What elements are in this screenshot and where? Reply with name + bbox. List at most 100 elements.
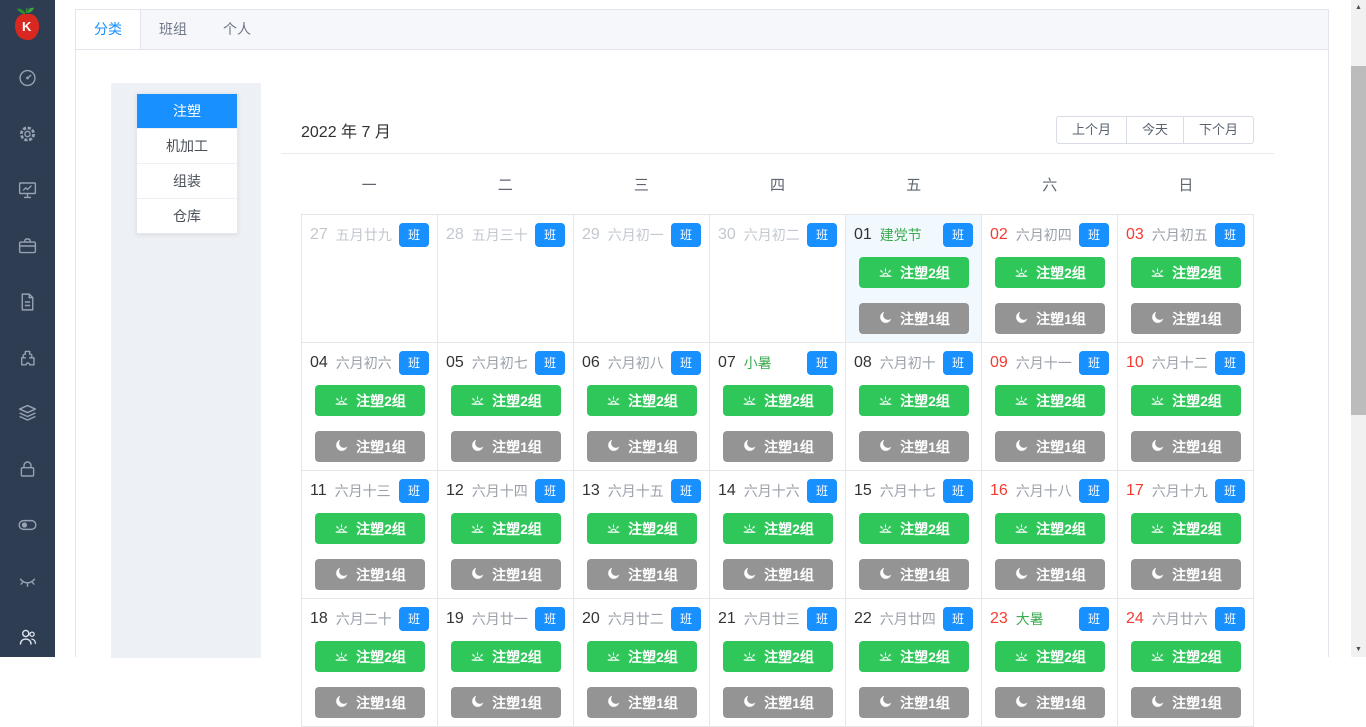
shift-badge-button[interactable]: 班	[1079, 223, 1109, 247]
calendar-cell[interactable]: 13 六月十五 班 注塑2组 注塑1组	[574, 471, 710, 599]
day-shift-button[interactable]: 注塑2组	[722, 513, 833, 544]
night-shift-button[interactable]: 注塑1组	[994, 559, 1105, 590]
shift-badge-button[interactable]: 班	[1215, 223, 1245, 247]
day-shift-button[interactable]: 注塑2组	[994, 513, 1105, 544]
monitor-chart-icon[interactable]	[0, 180, 55, 201]
calendar-cell[interactable]: 15 六月十七 班 注塑2组 注塑1组	[846, 471, 982, 599]
app-logo[interactable]: K	[9, 5, 47, 47]
night-shift-button[interactable]: 注塑1组	[858, 303, 969, 334]
calendar-cell[interactable]: 08 六月初十 班 注塑2组 注塑1组	[846, 343, 982, 471]
document-icon[interactable]	[0, 292, 55, 313]
calendar-cell[interactable]: 29 六月初一 班	[574, 215, 710, 343]
shift-badge-button[interactable]: 班	[671, 351, 701, 375]
calendar-cell[interactable]: 09 六月十一 班 注塑2组 注塑1组	[982, 343, 1118, 471]
calendar-cell[interactable]: 03 六月初五 班 注塑2组 注塑1组	[1118, 215, 1254, 343]
night-shift-button[interactable]: 注塑1组	[994, 431, 1105, 462]
shift-badge-button[interactable]: 班	[671, 479, 701, 503]
night-shift-button[interactable]: 注塑1组	[450, 687, 561, 718]
shift-badge-button[interactable]: 班	[1079, 479, 1109, 503]
day-shift-button[interactable]: 注塑2组	[858, 257, 969, 288]
night-shift-button[interactable]: 注塑1组	[314, 687, 425, 718]
night-shift-button[interactable]: 注塑1组	[450, 431, 561, 462]
calendar-cell[interactable]: 07 小暑 班 注塑2组 注塑1组	[710, 343, 846, 471]
shift-badge-button[interactable]: 班	[1079, 607, 1109, 631]
puzzle-icon[interactable]	[0, 348, 55, 369]
scrollbar-thumb[interactable]	[1351, 66, 1366, 415]
gear-icon[interactable]	[0, 124, 55, 145]
calendar-cell[interactable]: 24 六月廿六 班 注塑2组 注塑1组	[1118, 599, 1254, 727]
shift-badge-button[interactable]: 班	[535, 479, 565, 503]
night-shift-button[interactable]: 注塑1组	[858, 687, 969, 718]
shift-badge-button[interactable]: 班	[943, 223, 973, 247]
prev-month-button[interactable]: 上个月	[1055, 116, 1127, 144]
shift-badge-button[interactable]: 班	[807, 607, 837, 631]
shift-badge-button[interactable]: 班	[943, 607, 973, 631]
lock-icon[interactable]	[0, 459, 55, 480]
calendar-cell[interactable]: 21 六月廿三 班 注塑2组 注塑1组	[710, 599, 846, 727]
users-icon[interactable]	[0, 627, 55, 648]
calendar-cell[interactable]: 16 六月十八 班 注塑2组 注塑1组	[982, 471, 1118, 599]
calendar-cell[interactable]: 01 建党节 班 注塑2组 注塑1组	[846, 215, 982, 343]
night-shift-button[interactable]: 注塑1组	[722, 687, 833, 718]
day-shift-button[interactable]: 注塑2组	[994, 257, 1105, 288]
night-shift-button[interactable]: 注塑1组	[722, 559, 833, 590]
calendar-cell[interactable]: 05 六月初七 班 注塑2组 注塑1组	[438, 343, 574, 471]
calendar-cell[interactable]: 11 六月十三 班 注塑2组 注塑1组	[302, 471, 438, 599]
day-shift-button[interactable]: 注塑2组	[450, 513, 561, 544]
category-item-injection-molding[interactable]: 注塑	[137, 94, 237, 129]
day-shift-button[interactable]: 注塑2组	[314, 385, 425, 416]
day-shift-button[interactable]: 注塑2组	[994, 385, 1105, 416]
shift-badge-button[interactable]: 班	[535, 223, 565, 247]
shift-badge-button[interactable]: 班	[807, 223, 837, 247]
calendar-cell[interactable]: 12 六月十四 班 注塑2组 注塑1组	[438, 471, 574, 599]
shift-badge-button[interactable]: 班	[535, 607, 565, 631]
day-shift-button[interactable]: 注塑2组	[1130, 257, 1241, 288]
night-shift-button[interactable]: 注塑1组	[1130, 559, 1241, 590]
night-shift-button[interactable]: 注塑1组	[1130, 687, 1241, 718]
day-shift-button[interactable]: 注塑2组	[1130, 513, 1241, 544]
day-shift-button[interactable]: 注塑2组	[314, 513, 425, 544]
shift-badge-button[interactable]: 班	[1215, 479, 1245, 503]
day-shift-button[interactable]: 注塑2组	[858, 385, 969, 416]
shift-badge-button[interactable]: 班	[399, 479, 429, 503]
next-month-button[interactable]: 下个月	[1182, 116, 1254, 144]
night-shift-button[interactable]: 注塑1组	[994, 687, 1105, 718]
day-shift-button[interactable]: 注塑2组	[450, 385, 561, 416]
shift-badge-button[interactable]: 班	[1079, 351, 1109, 375]
dashboard-icon[interactable]	[0, 68, 55, 89]
calendar-cell[interactable]: 23 大暑 班 注塑2组 注塑1组	[982, 599, 1118, 727]
calendar-cell[interactable]: 10 六月十二 班 注塑2组 注塑1组	[1118, 343, 1254, 471]
tab-personal[interactable]: 个人	[205, 10, 269, 49]
toggle-icon[interactable]	[0, 515, 55, 536]
tab-category[interactable]: 分类	[76, 10, 141, 49]
day-shift-button[interactable]: 注塑2组	[1130, 385, 1241, 416]
shift-badge-button[interactable]: 班	[1215, 607, 1245, 631]
layers-icon[interactable]	[0, 403, 55, 424]
calendar-cell[interactable]: 02 六月初四 班 注塑2组 注塑1组	[982, 215, 1118, 343]
today-button[interactable]: 今天	[1125, 116, 1184, 144]
night-shift-button[interactable]: 注塑1组	[586, 431, 697, 462]
category-item-machining[interactable]: 机加工	[137, 129, 237, 164]
shift-badge-button[interactable]: 班	[943, 479, 973, 503]
night-shift-button[interactable]: 注塑1组	[858, 559, 969, 590]
calendar-cell[interactable]: 19 六月廿一 班 注塑2组 注塑1组	[438, 599, 574, 727]
calendar-cell[interactable]: 06 六月初八 班 注塑2组 注塑1组	[574, 343, 710, 471]
night-shift-button[interactable]: 注塑1组	[858, 431, 969, 462]
calendar-cell[interactable]: 30 六月初二 班	[710, 215, 846, 343]
calendar-cell[interactable]: 22 六月廿四 班 注塑2组 注塑1组	[846, 599, 982, 727]
night-shift-button[interactable]: 注塑1组	[994, 303, 1105, 334]
scroll-up-arrow-icon[interactable]: ▲	[1351, 0, 1366, 15]
shift-badge-button[interactable]: 班	[943, 351, 973, 375]
shift-badge-button[interactable]: 班	[671, 223, 701, 247]
day-shift-button[interactable]: 注塑2组	[586, 513, 697, 544]
calendar-cell[interactable]: 27 五月廿九 班	[302, 215, 438, 343]
night-shift-button[interactable]: 注塑1组	[1130, 303, 1241, 334]
tab-team[interactable]: 班组	[141, 10, 205, 49]
shift-badge-button[interactable]: 班	[399, 351, 429, 375]
night-shift-button[interactable]: 注塑1组	[586, 559, 697, 590]
shift-badge-button[interactable]: 班	[535, 351, 565, 375]
night-shift-button[interactable]: 注塑1组	[1130, 431, 1241, 462]
calendar-cell[interactable]: 18 六月二十 班 注塑2组 注塑1组	[302, 599, 438, 727]
vertical-scrollbar[interactable]: ▲ ▼	[1351, 0, 1366, 657]
night-shift-button[interactable]: 注塑1组	[450, 559, 561, 590]
